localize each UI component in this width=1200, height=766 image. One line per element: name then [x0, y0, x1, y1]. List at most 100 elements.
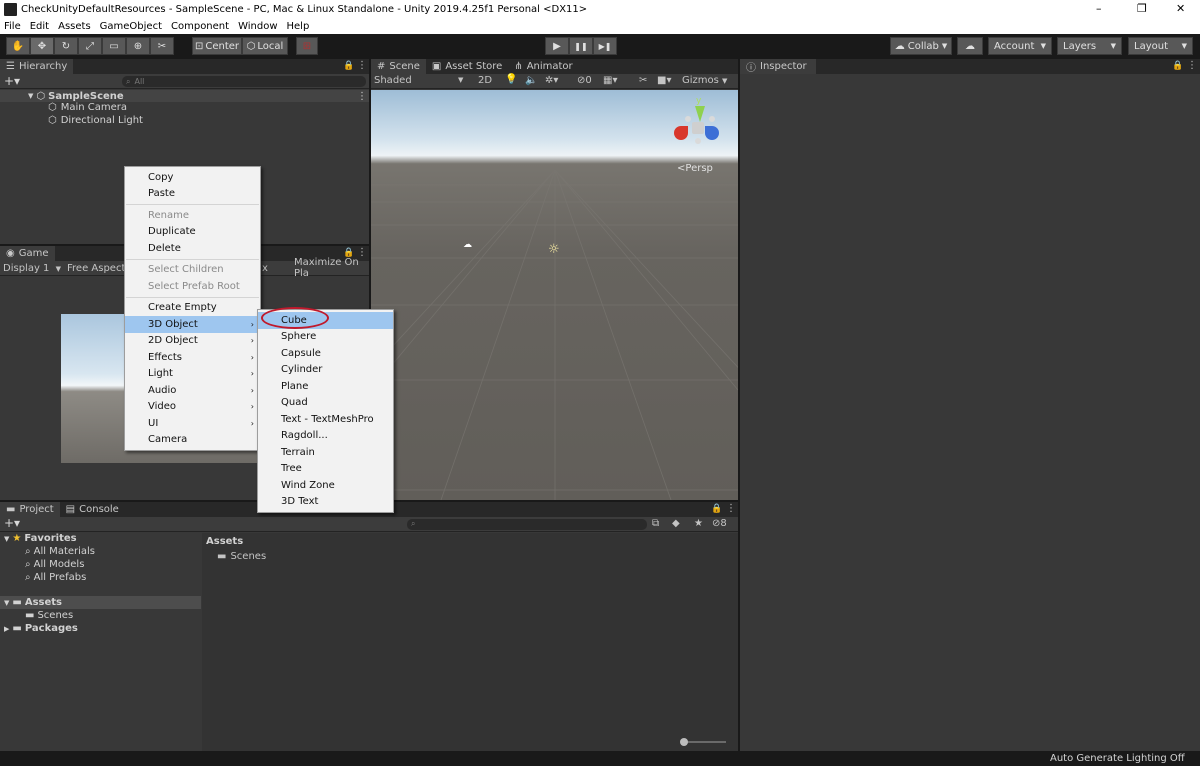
lighting-toggle-icon[interactable]: 💡: [505, 74, 517, 85]
tab-inspector[interactable]: ⓘ Inspector: [740, 59, 816, 74]
collab-dropdown[interactable]: ☁ Collab ▼: [890, 37, 952, 55]
lock-icon[interactable]: 🔒: [1172, 61, 1183, 71]
menu-window[interactable]: Window: [238, 21, 277, 32]
lighting-status[interactable]: Auto Generate Lighting Off: [1050, 753, 1185, 764]
tab-asset-store[interactable]: ▣ Asset Store: [426, 59, 508, 74]
menu-item-duplicate[interactable]: Duplicate: [125, 224, 260, 241]
packages-row[interactable]: ▶ ▬ Packages: [4, 623, 78, 634]
menu-help[interactable]: Help: [287, 21, 310, 32]
aspect-dropdown[interactable]: Free Aspect: [67, 263, 125, 274]
create-add-button[interactable]: +▾: [4, 516, 20, 530]
content-breadcrumb[interactable]: Assets: [206, 536, 243, 547]
layers-dropdown[interactable]: Layers ▼: [1057, 37, 1122, 55]
menu-item-terrain[interactable]: Terrain: [258, 444, 393, 461]
menu-item-plane[interactable]: Plane: [258, 378, 393, 395]
filter-type-icon[interactable]: ⧉: [652, 518, 659, 529]
minimize-button[interactable]: –: [1096, 2, 1102, 15]
tab-animator[interactable]: ⋔ Animator: [508, 59, 578, 74]
pivot-center-button[interactable]: ⊡ Center: [192, 37, 242, 55]
assets-row[interactable]: ▼ ▬ Assets: [0, 596, 201, 609]
menu-gameobject[interactable]: GameObject: [100, 21, 162, 32]
scale-tool-icon[interactable]: ⤢: [78, 37, 102, 55]
pause-button[interactable]: ❚❚: [569, 37, 593, 55]
menu-item-capsule[interactable]: Capsule: [258, 345, 393, 362]
expand-triangle-icon[interactable]: ▼: [4, 535, 9, 543]
step-button[interactable]: ▶❚: [593, 37, 617, 55]
layout-dropdown[interactable]: Layout ▼: [1128, 37, 1193, 55]
audio-toggle-icon[interactable]: 🔈: [525, 75, 537, 86]
menu-file[interactable]: File: [4, 21, 21, 32]
gizmos-dropdown[interactable]: Gizmos ▼: [682, 75, 727, 86]
menu-item-sphere[interactable]: Sphere: [258, 329, 393, 346]
orientation-gizmo[interactable]: y: [673, 96, 733, 156]
expand-triangle-icon[interactable]: ▼: [28, 92, 33, 100]
create-add-button[interactable]: +▾: [4, 74, 20, 88]
menu-item-light[interactable]: Light ›: [125, 366, 260, 383]
display-dropdown[interactable]: Display 1 ▼: [3, 263, 61, 274]
restore-button[interactable]: ❐: [1137, 2, 1147, 15]
light-gizmo-icon[interactable]: ☼: [548, 242, 560, 257]
lock-icon[interactable]: 🔒: [343, 61, 354, 71]
camera-icon[interactable]: ■▾: [657, 75, 671, 86]
menu-component[interactable]: Component: [171, 21, 229, 32]
menu-item-audio[interactable]: Audio ›: [125, 382, 260, 399]
tab-game[interactable]: ◉ Game: [0, 246, 55, 261]
panel-menu-icon[interactable]: ⋮: [1187, 60, 1197, 71]
panel-menu-icon[interactable]: ⋮: [726, 503, 736, 514]
favorites-row[interactable]: ▼ ★ Favorites: [4, 533, 77, 544]
cloud-button[interactable]: ☁: [957, 37, 983, 55]
hand-tool-icon[interactable]: ✋: [6, 37, 30, 55]
menu-edit[interactable]: Edit: [30, 21, 49, 32]
lock-icon[interactable]: 🔒: [711, 504, 722, 514]
rect-tool-icon[interactable]: ▭: [102, 37, 126, 55]
scene-menu-icon[interactable]: ⋮: [357, 91, 367, 102]
scene-row[interactable]: ▼ ⬡ SampleScene ⋮: [0, 90, 369, 102]
grid-snap-icon[interactable]: ⊞: [296, 37, 318, 55]
menu-item-ui[interactable]: UI ›: [125, 415, 260, 432]
content-item[interactable]: ▬ Scenes: [217, 551, 266, 562]
favorite-item[interactable]: ⌕ All Materials: [25, 546, 95, 557]
menu-item-2d-object[interactable]: 2D Object ›: [125, 333, 260, 350]
tab-hierarchy[interactable]: ☰ Hierarchy: [0, 59, 74, 74]
menu-item-tree[interactable]: Tree: [258, 461, 393, 478]
filter-label-icon[interactable]: ◆: [672, 518, 680, 529]
menu-item-video[interactable]: Video ›: [125, 399, 260, 416]
maximize-on-play-toggle[interactable]: Maximize On Pla: [294, 257, 369, 279]
menu-assets[interactable]: Assets: [58, 21, 91, 32]
menu-item-delete[interactable]: Delete: [125, 240, 260, 257]
menu-item-camera[interactable]: Camera: [125, 432, 260, 449]
assets-child-item[interactable]: ▬ Scenes: [25, 610, 73, 621]
favorite-item[interactable]: ⌕ All Models: [25, 559, 84, 570]
hierarchy-search-input[interactable]: ⌕ All: [122, 76, 366, 87]
menu-item-copy[interactable]: Copy: [125, 169, 260, 186]
close-button[interactable]: ✕: [1176, 2, 1185, 15]
menu-item-text-textmeshpro[interactable]: Text - TextMeshPro: [258, 411, 393, 428]
hidden-objects-icon[interactable]: ⊘0: [577, 75, 592, 86]
toggle-2d-button[interactable]: 2D: [475, 75, 495, 86]
shading-dropdown[interactable]: Shaded ▼: [374, 75, 463, 86]
menu-item-paste[interactable]: Paste: [125, 186, 260, 203]
persp-label[interactable]: <Persp: [677, 163, 713, 174]
tab-console[interactable]: ▤ Console: [60, 502, 125, 517]
icon-size-slider[interactable]: [680, 738, 726, 746]
hierarchy-item[interactable]: ⬡ Main Camera: [48, 102, 127, 113]
panel-menu-icon[interactable]: ⋮: [357, 60, 367, 71]
menu-item-3d-text[interactable]: 3D Text: [258, 494, 393, 511]
play-button[interactable]: ▶: [545, 37, 569, 55]
menu-item-create-empty[interactable]: Create Empty: [125, 300, 260, 317]
project-search-input[interactable]: ⌕: [407, 519, 647, 530]
hidden-packages-icon[interactable]: ⊘8: [712, 518, 727, 529]
menu-item-cylinder[interactable]: Cylinder: [258, 362, 393, 379]
tools-icon[interactable]: ✂: [639, 75, 647, 86]
menu-item-wind-zone[interactable]: Wind Zone: [258, 477, 393, 494]
transform-tool-icon[interactable]: ⊕: [126, 37, 150, 55]
grid-toggle-icon[interactable]: ▦▾: [603, 75, 617, 86]
rotate-tool-icon[interactable]: ↻: [54, 37, 78, 55]
slider-handle[interactable]: [680, 738, 688, 746]
menu-item-quad[interactable]: Quad: [258, 395, 393, 412]
custom-tool-icon[interactable]: ✂: [150, 37, 174, 55]
effects-dropdown-icon[interactable]: ✲▾: [545, 75, 558, 86]
account-dropdown[interactable]: Account ▼: [988, 37, 1052, 55]
menu-item-ragdoll[interactable]: Ragdoll...: [258, 428, 393, 445]
hierarchy-item[interactable]: ⬡ Directional Light: [48, 115, 143, 126]
